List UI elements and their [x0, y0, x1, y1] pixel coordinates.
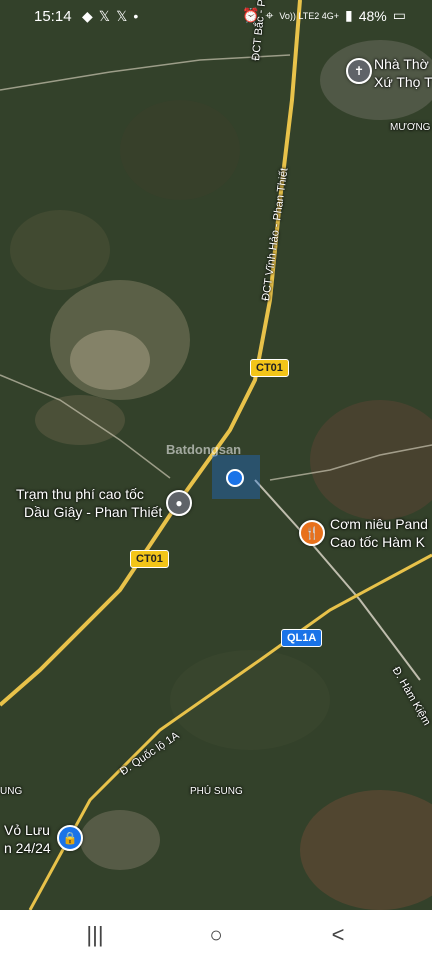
toll-pin[interactable]: ● — [166, 490, 192, 516]
shield-ct01-bottom: CT01 — [130, 550, 169, 568]
battery-text: 48% — [358, 7, 387, 24]
area-label-muong: MƯƠNG — [390, 122, 431, 133]
church-pin[interactable]: ✝ — [346, 58, 372, 84]
dot-icon: • — [133, 8, 145, 24]
x-icon: 𝕏 — [116, 8, 134, 24]
x-icon: 𝕏 — [98, 8, 117, 24]
status-bar: 15:14 ◆𝕏𝕏• ⏰ ⌖ Vo)) LTE2 4G+ ▮ 48% ▭ — [0, 0, 432, 32]
cross-icon: ✝ — [353, 64, 365, 78]
back-button[interactable]: < — [318, 920, 358, 950]
shopping-pin[interactable]: 🔒 — [57, 825, 83, 851]
restaurant-label-2[interactable]: Cao tốc Hàm K — [330, 534, 425, 550]
area-label-phu-sung: PHÚ SUNG — [190, 786, 243, 797]
toll-label-1[interactable]: Trạm thu phí cao tốc — [16, 486, 144, 502]
location-pin-icon: ● — [175, 496, 183, 510]
vo-luu-label-2[interactable]: n 24/24 — [4, 840, 51, 856]
shield-ql1a: QL1A — [281, 629, 323, 647]
church-label-2[interactable]: Xứ Thọ T — [374, 74, 432, 90]
fork-knife-icon: 🍴 — [304, 526, 320, 540]
shopping-bag-icon: 🔒 — [62, 831, 78, 845]
game-icon: ◆ — [82, 8, 99, 24]
church-label-1[interactable]: Nhà Thờ — [374, 56, 429, 72]
status-time: 15:14 — [34, 8, 72, 25]
recents-button[interactable]: ||| — [75, 920, 115, 950]
restaurant-label-1[interactable]: Cơm niêu Pand — [330, 516, 428, 532]
satellite-map[interactable]: 15:14 ◆𝕏𝕏• ⏰ ⌖ Vo)) LTE2 4G+ ▮ 48% ▭ ĐCT… — [0, 0, 432, 910]
home-button[interactable]: ○ — [196, 920, 236, 950]
shield-ct01-top: CT01 — [250, 359, 289, 377]
battery-icon: ▭ — [392, 7, 406, 23]
area-label-ung: UNG — [0, 786, 23, 797]
notification-icons: ◆𝕏𝕏• — [82, 8, 144, 25]
vo-luu-label-1[interactable]: Vỏ Lưu — [4, 822, 50, 838]
restaurant-pin[interactable]: 🍴 — [299, 520, 325, 546]
network-label: Vo)) LTE2 4G+ — [279, 10, 340, 21]
current-location-dot[interactable] — [226, 469, 244, 487]
toll-label-2[interactable]: Dầu Giây - Phan Thiết — [24, 504, 162, 520]
signal-icon: ▮ — [345, 7, 353, 23]
system-nav-bar: ||| ○ < — [0, 910, 432, 960]
